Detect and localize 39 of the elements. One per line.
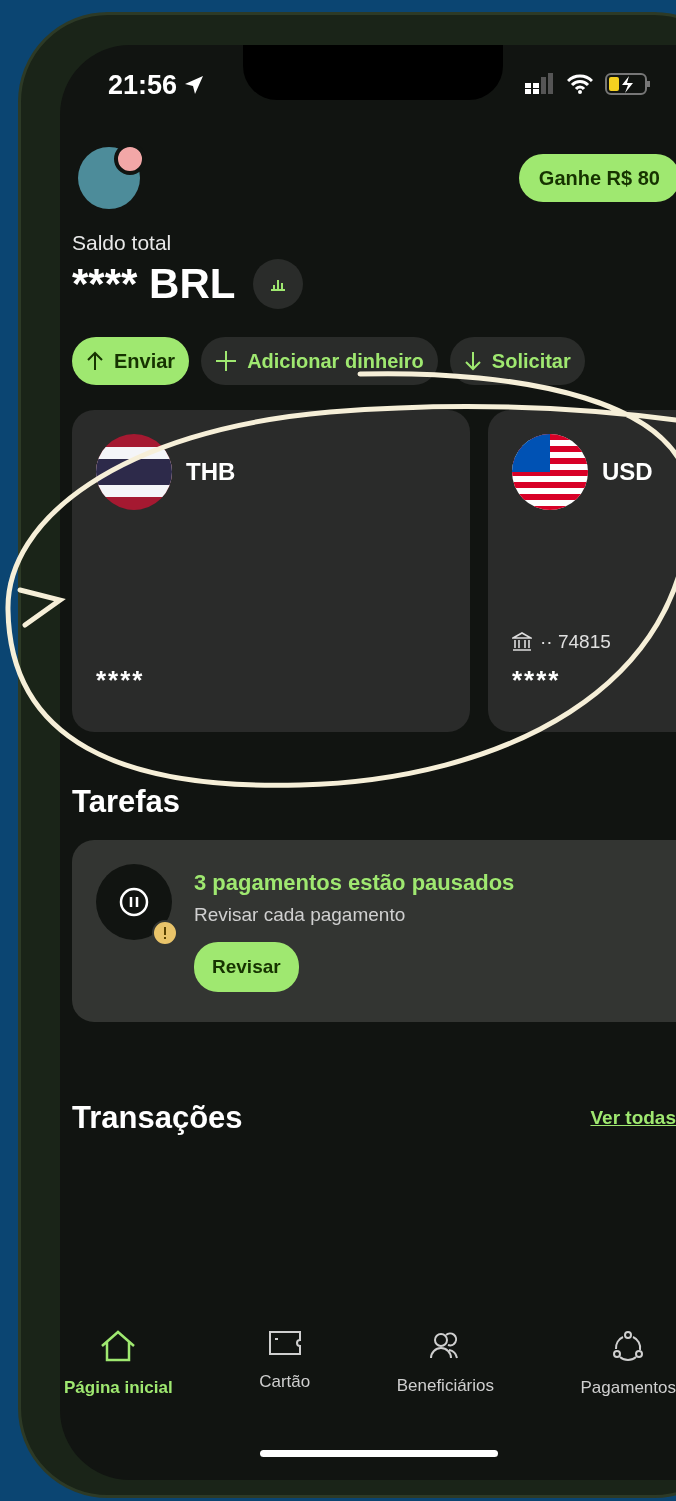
action-button[interactable]: Solicitar	[449, 337, 585, 385]
insights-button[interactable]	[253, 259, 304, 309]
account-number: ·· 74815	[540, 631, 611, 653]
signal-icon	[525, 73, 555, 95]
review-button[interactable]: Revisar	[194, 942, 299, 992]
account-balance: ****	[512, 665, 562, 696]
balance-amount: **** BRL	[72, 260, 236, 308]
plus-icon	[215, 350, 238, 372]
account-balance: ****	[96, 665, 146, 696]
task-subtitle: Revisar cada pagamento	[194, 904, 406, 926]
nav-tab[interactable]: Cartão	[259, 1330, 311, 1398]
currency-code: THB	[186, 458, 236, 486]
see-all-link[interactable]: Ver todas	[590, 1107, 676, 1129]
section-heading: Tarefas	[72, 784, 181, 820]
bank-icon	[512, 632, 532, 652]
home-icon	[100, 1330, 137, 1362]
pause-icon	[119, 887, 149, 917]
nav-tab[interactable]: Beneficiários	[396, 1330, 494, 1398]
battery-icon	[605, 73, 651, 95]
up-arrow-icon	[86, 351, 104, 371]
action-button[interactable]: Adicionar dinheiro	[201, 337, 438, 385]
balance-label: Saldo total	[72, 231, 173, 255]
currency-code: USD	[602, 458, 653, 486]
card-icon	[267, 1330, 302, 1356]
bar-chart-icon	[270, 277, 287, 291]
status-time: 21:56	[108, 69, 178, 101]
payments-cycle-icon	[612, 1330, 645, 1362]
action-button[interactable]: Enviar	[72, 337, 190, 385]
task-title: 3 pagamentos estão pausados	[194, 870, 515, 896]
promo-button[interactable]: Ganhe R$ 80	[518, 154, 676, 202]
nav-tab[interactable]: Página inicial	[64, 1330, 173, 1398]
account-card[interactable]: THB ****	[72, 410, 470, 732]
location-arrow-icon	[183, 74, 206, 96]
down-arrow-icon	[463, 351, 482, 371]
account-card[interactable]: USD ·· 74815 ****	[488, 410, 676, 732]
nav-tab[interactable]: Pagamentos	[580, 1330, 676, 1398]
warning-icon	[152, 920, 178, 946]
wifi-icon	[567, 74, 593, 94]
section-heading: Transações	[72, 1100, 243, 1136]
